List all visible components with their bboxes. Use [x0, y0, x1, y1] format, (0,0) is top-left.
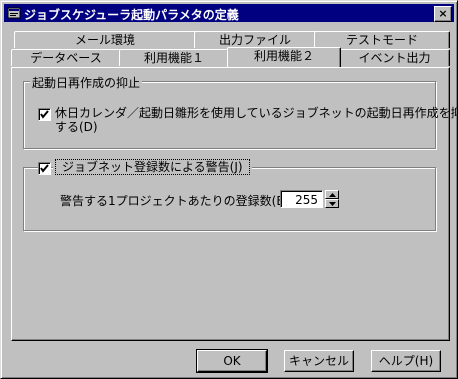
tab-label: データベース [30, 51, 102, 65]
registration-count-input[interactable]: 255 [280, 190, 323, 208]
cancel-button[interactable]: キャンセル [284, 350, 354, 372]
group-title: 起動日再作成の抑止 [30, 74, 143, 91]
registration-count-label: 警告する1プロジェクトあたりの登録数(E)： [60, 194, 301, 208]
title-bar[interactable]: ジョブスケジューラ起動パラメタの定義 × [4, 4, 454, 22]
tab-feature-2[interactable]: 利用機能２ [227, 47, 341, 67]
help-label: ヘルプ(H) [378, 354, 434, 368]
app-icon [7, 6, 21, 20]
close-button[interactable]: × [434, 6, 452, 22]
suppress-checkbox[interactable] [38, 108, 51, 121]
suppress-label-line1: 休日カレンダ／起動日雛形を使用しているジョブネットの起動日再作成を抑止 [55, 106, 458, 120]
tab-database[interactable]: データベース [11, 49, 121, 66]
tab-test-mode[interactable]: テストモード [314, 31, 450, 48]
close-icon: × [438, 7, 448, 20]
check-icon [40, 164, 49, 173]
tab-label: 出力ファイル [218, 33, 291, 47]
tab-event-output[interactable]: イベント出力 [339, 49, 450, 66]
arrow-up-icon [329, 193, 336, 197]
warning-checkbox[interactable] [38, 162, 51, 175]
spin-up-button[interactable] [325, 190, 339, 199]
tab-label: 利用機能２ [253, 49, 314, 63]
tab-label: イベント出力 [358, 51, 431, 65]
tab-label: テストモード [345, 33, 418, 47]
ok-button[interactable]: OK [196, 349, 268, 373]
ok-label: OK [223, 354, 241, 368]
help-button[interactable]: ヘルプ(H) [371, 350, 441, 372]
check-icon [40, 110, 49, 119]
tab-mail-environment[interactable]: メール環境 [14, 31, 196, 48]
suppress-label-line2: する(D) [55, 120, 98, 134]
dialog-window: ジョブスケジューラ起動パラメタの定義 × メール環境 出力ファイル テストモード… [0, 0, 458, 379]
spin-down-button[interactable] [325, 199, 339, 208]
tab-output-file[interactable]: 出力ファイル [194, 31, 316, 48]
tab-feature-1[interactable]: 利用機能１ [119, 49, 229, 66]
cancel-label: キャンセル [288, 354, 349, 368]
window-title: ジョブスケジューラ起動パラメタの定義 [24, 8, 239, 22]
tab-label: 利用機能１ [143, 51, 204, 65]
tab-label: メール環境 [74, 33, 135, 47]
arrow-down-icon [329, 202, 336, 206]
warning-checkbox-label[interactable]: ジョブネット登録数による警告(J) [53, 159, 252, 175]
